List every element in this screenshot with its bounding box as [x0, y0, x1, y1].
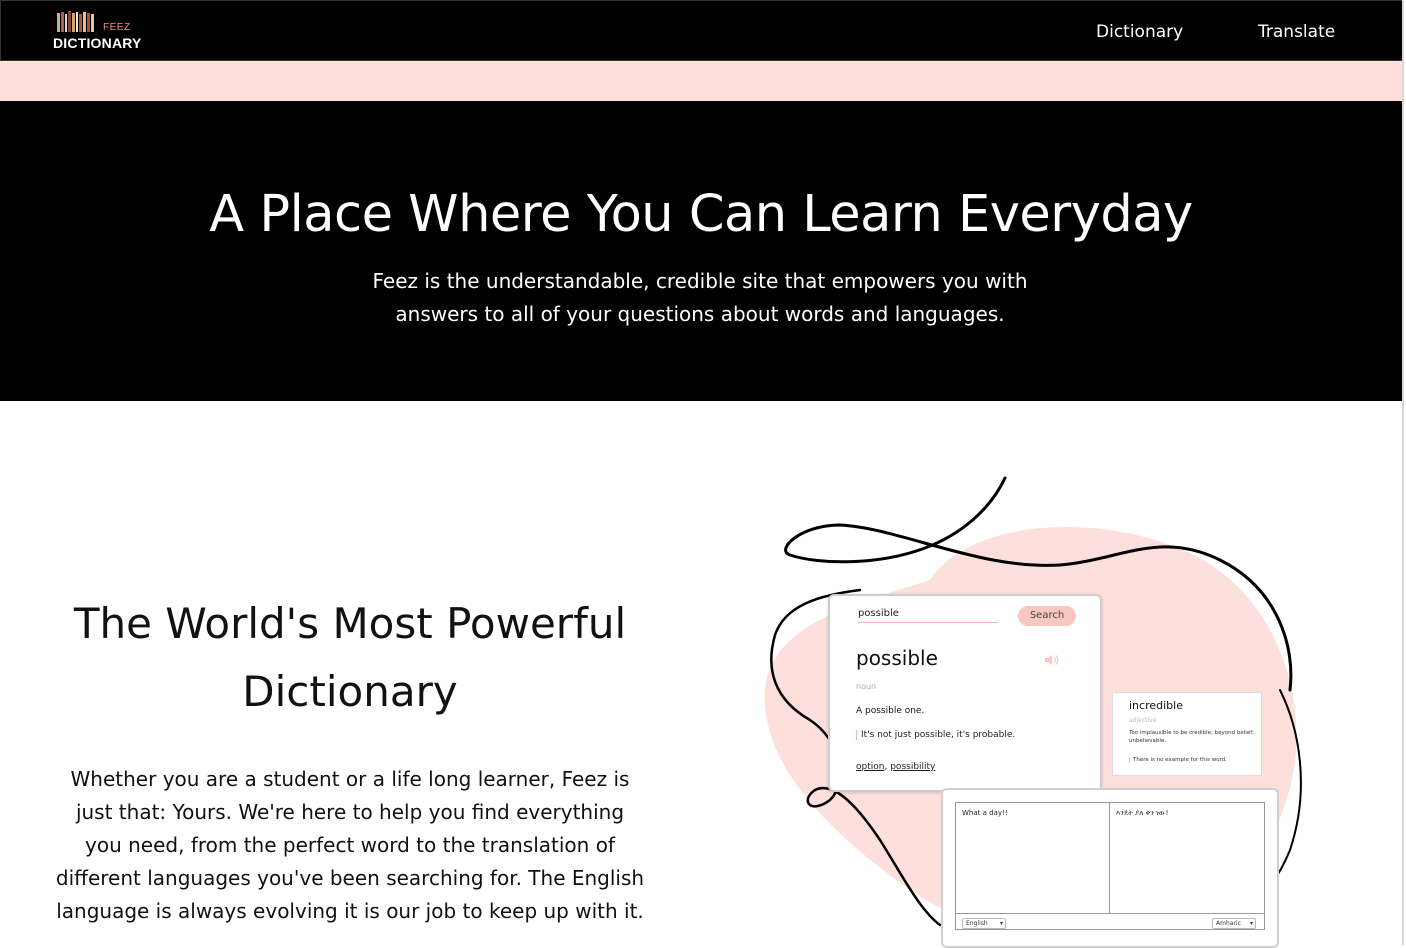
example-text: There is no example for this word.	[1129, 757, 1227, 763]
navbar: FEEZ DICTIONARY Dictionary Translate	[0, 0, 1404, 61]
feature-description: Whether you are a student or a life long…	[40, 763, 660, 928]
panel-divider	[1109, 803, 1110, 913]
word-heading: possible	[856, 646, 938, 670]
search-input[interactable]: possible	[858, 608, 998, 623]
nav-link-dictionary[interactable]: Dictionary	[1096, 22, 1183, 42]
speaker-icon[interactable]	[1044, 654, 1060, 666]
logo[interactable]: FEEZ DICTIONARY	[53, 11, 153, 53]
translate-panel: What a day!! እንዴት ያለ ቀን ነው! English Amha…	[955, 802, 1265, 930]
feature-text-line: you need, from the perfect word to the t…	[85, 833, 615, 857]
feature-text-line: different languages you've been searchin…	[55, 866, 645, 890]
synonym-link[interactable]: possibility	[890, 762, 935, 772]
part-of-speech: adjective	[1129, 717, 1157, 724]
hero-subtitle-line: Feez is the understandable, credible sit…	[372, 269, 1028, 293]
synonyms: option, possibility	[856, 762, 935, 772]
hero-subtitle: Feez is the understandable, credible sit…	[340, 265, 1060, 331]
logo-feez-text: FEEZ	[103, 22, 131, 33]
translate-card: What a day!! እንዴት ያለ ቀን ነው! English Amha…	[941, 788, 1279, 948]
books-icon	[57, 11, 94, 32]
synonym-separator: ,	[884, 762, 888, 772]
page-edge	[1402, 0, 1404, 945]
hero-title: A Place Where You Can Learn Everyday	[209, 185, 1193, 244]
app-illustration: possible Search possible noun A possible…	[760, 470, 1320, 948]
feature-text-line: language is always evolving it is our jo…	[56, 899, 644, 923]
search-button[interactable]: Search	[1018, 606, 1076, 626]
synonym-link[interactable]: option	[856, 762, 884, 772]
part-of-speech: noun	[856, 682, 877, 691]
target-language-select[interactable]: Amharic	[1212, 918, 1256, 929]
source-language-select[interactable]: English	[962, 918, 1006, 929]
secondary-word-card: incredible adjective Too implausible to …	[1112, 692, 1262, 776]
feature-title-line: Dictionary	[242, 667, 458, 716]
feature-text-line: just that: Yours. We're here to help you…	[75, 800, 625, 824]
feature-text-line: Whether you are a student or a life long…	[70, 767, 630, 791]
logo-dictionary-text: DICTIONARY	[53, 35, 142, 51]
nav-link-translate[interactable]: Translate	[1258, 22, 1335, 42]
panel-divider	[956, 913, 1264, 914]
definition-text: Too implausible to be credible; beyond b…	[1129, 730, 1254, 744]
feature-title: The World's Most Powerful Dictionary	[40, 590, 660, 726]
definition-text: A possible one.	[856, 706, 925, 716]
example-text: It's not just possible, it's probable.	[856, 730, 1015, 740]
dictionary-card: possible Search possible noun A possible…	[828, 594, 1102, 792]
word-heading: incredible	[1129, 699, 1183, 712]
feature-title-line: The World's Most Powerful	[73, 599, 627, 648]
pink-banner-strip	[0, 61, 1402, 101]
source-textarea[interactable]: What a day!!	[962, 809, 1008, 817]
hero-subtitle-line: answers to all of your questions about w…	[395, 302, 1005, 326]
hero-section: A Place Where You Can Learn Everyday Fee…	[0, 101, 1402, 401]
target-textarea[interactable]: እንዴት ያለ ቀን ነው!	[1116, 809, 1168, 818]
